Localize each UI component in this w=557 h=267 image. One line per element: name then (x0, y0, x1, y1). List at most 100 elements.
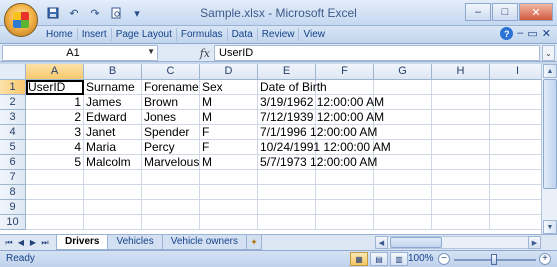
cell-e5[interactable]: 10/24/1991 12:00:00 AM (258, 140, 391, 155)
sheet-tab-vehicles[interactable]: Vehicles (107, 235, 163, 250)
column-header-e[interactable]: E (258, 64, 316, 80)
cell-b9[interactable] (84, 200, 142, 215)
formula-input[interactable]: UserID (214, 45, 540, 61)
column-header-c[interactable]: C (142, 64, 200, 80)
cell-i9[interactable] (490, 200, 541, 215)
cell-e6[interactable]: 5/7/1973 12:00:00 AM (258, 155, 377, 170)
ribbon-restore-icon[interactable]: ▭ (527, 27, 537, 40)
cell-i5[interactable] (490, 140, 541, 155)
last-sheet-icon[interactable]: ⏭ (40, 236, 50, 249)
cell-d8[interactable] (200, 185, 258, 200)
next-sheet-icon[interactable]: ▶ (28, 236, 38, 249)
cell-i7[interactable] (490, 170, 541, 185)
cell-h8[interactable] (432, 185, 490, 200)
cell-c1[interactable]: Forename (142, 80, 200, 95)
maximize-button[interactable]: □ (492, 3, 518, 21)
cell-e2[interactable]: 3/19/1962 12:00:00 AM (258, 95, 384, 110)
select-all-corner[interactable] (0, 64, 26, 80)
sheet-tab-vehicle-owners[interactable]: Vehicle owners (161, 235, 247, 250)
cell-a10[interactable] (26, 215, 84, 230)
cell-e8[interactable] (258, 185, 316, 200)
cell-a5[interactable]: 4 (26, 140, 84, 155)
name-box-dropdown-icon[interactable]: ▼ (147, 47, 155, 56)
cell-c8[interactable] (142, 185, 200, 200)
tab-page-layout[interactable]: Page Layout (110, 28, 176, 41)
column-header-d[interactable]: D (200, 64, 258, 80)
tab-data[interactable]: Data (226, 28, 257, 41)
cell-h4[interactable] (432, 125, 490, 140)
row-header-1[interactable]: 1 (0, 80, 26, 95)
cell-d9[interactable] (200, 200, 258, 215)
row-header-4[interactable]: 4 (0, 125, 26, 140)
cell-g7[interactable] (374, 170, 432, 185)
cell-a1[interactable]: UserID (26, 80, 84, 95)
minimize-button[interactable]: – (465, 3, 491, 21)
cell-d7[interactable] (200, 170, 258, 185)
tab-view[interactable]: View (298, 28, 329, 41)
expand-formula-bar-icon[interactable]: ⌄ (542, 45, 555, 61)
cell-h10[interactable] (432, 215, 490, 230)
vertical-scroll-thumb[interactable] (543, 79, 557, 189)
cell-a7[interactable] (26, 170, 84, 185)
sheet-tab-drivers[interactable]: Drivers (56, 235, 109, 250)
cell-c3[interactable]: Jones (142, 110, 200, 125)
cell-c7[interactable] (142, 170, 200, 185)
scroll-down-icon[interactable]: ▼ (543, 220, 557, 234)
row-header-8[interactable]: 8 (0, 185, 26, 200)
tab-formulas[interactable]: Formulas (175, 28, 227, 41)
column-header-f[interactable]: F (316, 64, 374, 80)
cell-b4[interactable]: Janet (84, 125, 142, 140)
page-layout-view-icon[interactable]: ▤ (370, 252, 388, 266)
ribbon-minimize-icon[interactable]: – (517, 27, 523, 40)
first-sheet-icon[interactable]: ⏮ (4, 236, 14, 249)
vertical-scrollbar[interactable]: ▲ ▼ (541, 64, 557, 234)
cell-i8[interactable] (490, 185, 541, 200)
cell-d4[interactable]: F (200, 125, 258, 140)
row-header-5[interactable]: 5 (0, 140, 26, 155)
ribbon-close-icon[interactable]: ✕ (542, 27, 551, 40)
column-header-g[interactable]: G (374, 64, 432, 80)
cell-d3[interactable]: M (200, 110, 258, 125)
cell-b8[interactable] (84, 185, 142, 200)
cell-i10[interactable] (490, 215, 541, 230)
cell-f10[interactable] (316, 215, 374, 230)
cell-b6[interactable]: Malcolm (84, 155, 142, 170)
cell-g4[interactable] (374, 125, 432, 140)
scroll-up-icon[interactable]: ▲ (543, 64, 557, 78)
cell-e3[interactable]: 7/12/1939 12:00:00 AM (258, 110, 384, 125)
cell-b10[interactable] (84, 215, 142, 230)
prev-sheet-icon[interactable]: ◀ (16, 236, 26, 249)
cell-b7[interactable] (84, 170, 142, 185)
cell-c2[interactable]: Brown (142, 95, 200, 110)
cell-h9[interactable] (432, 200, 490, 215)
column-header-a[interactable]: A (26, 64, 84, 80)
cell-a2[interactable]: 1 (26, 95, 84, 110)
insert-sheet-icon[interactable]: ✦ (245, 235, 262, 250)
cell-d2[interactable]: M (200, 95, 258, 110)
row-header-6[interactable]: 6 (0, 155, 26, 170)
cell-i4[interactable] (490, 125, 541, 140)
cell-c5[interactable]: Percy (142, 140, 200, 155)
cell-i2[interactable] (490, 95, 541, 110)
cell-d5[interactable]: F (200, 140, 258, 155)
cell-f7[interactable] (316, 170, 374, 185)
cell-b2[interactable]: James (84, 95, 142, 110)
cell-f8[interactable] (316, 185, 374, 200)
cell-b5[interactable]: Maria (84, 140, 142, 155)
cell-g9[interactable] (374, 200, 432, 215)
cell-h3[interactable] (432, 110, 490, 125)
cell-h6[interactable] (432, 155, 490, 170)
cell-h2[interactable] (432, 95, 490, 110)
column-header-i[interactable]: I (490, 64, 541, 80)
column-header-b[interactable]: B (84, 64, 142, 80)
zoom-level[interactable]: 100% (408, 253, 434, 264)
cell-g8[interactable] (374, 185, 432, 200)
tab-review[interactable]: Review (256, 28, 299, 41)
cell-e1[interactable]: Date of Birth (258, 80, 327, 95)
cell-c6[interactable]: Marvelous (142, 155, 200, 170)
cell-d1[interactable]: Sex (200, 80, 258, 95)
scroll-right-icon[interactable]: ▶ (528, 236, 541, 249)
row-header-3[interactable]: 3 (0, 110, 26, 125)
insert-function-icon[interactable]: fx (200, 47, 210, 60)
page-break-preview-icon[interactable]: ▥ (390, 252, 408, 266)
